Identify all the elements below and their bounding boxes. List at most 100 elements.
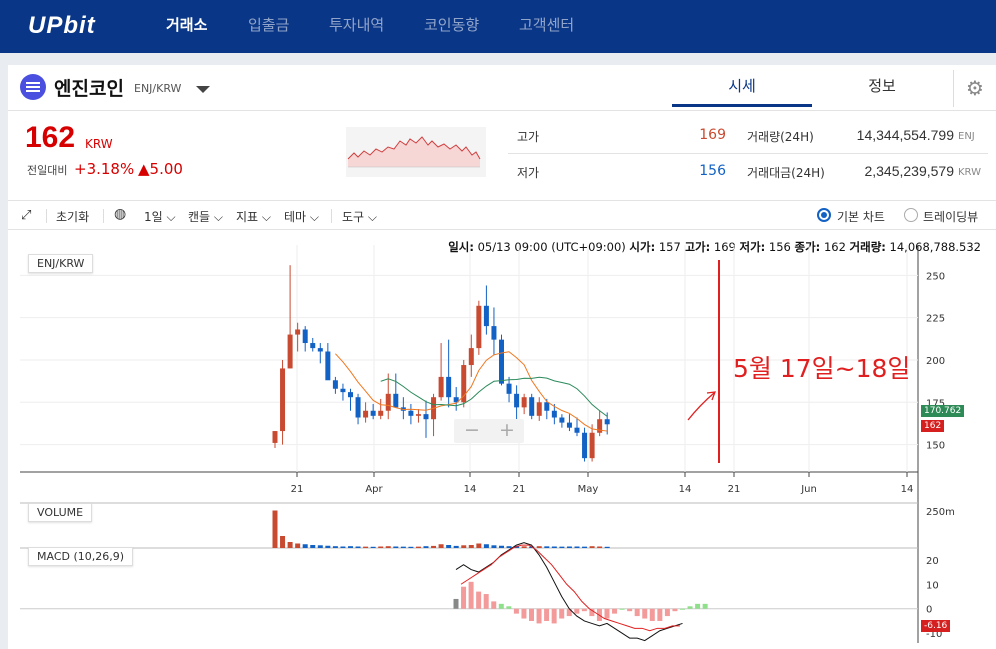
candle-body [332,380,338,389]
candle-body [544,402,550,411]
upbit-logo[interactable]: UPbit [28,12,96,40]
candle-body [566,422,572,428]
volume-bar [400,546,406,548]
volume-bar [483,544,489,548]
candle-body [574,427,580,433]
macd-histogram-bar [672,608,678,612]
y-tick-label: 200 [926,356,945,367]
volume-bar [468,545,474,548]
candle-body [363,410,369,418]
nav-coin-trends[interactable]: 코인동향 [424,14,479,35]
x-tick-label: 21 [513,484,526,495]
candle-body [280,368,286,432]
x-tick-label: Apr [365,484,383,495]
candle-body [491,326,497,340]
macd-histogram-bar [491,601,497,609]
volume-bar [551,546,557,548]
macd-line [455,542,683,642]
macd-histogram-bar [649,608,655,621]
macd-histogram-bar [498,603,504,609]
macd-histogram-bar [702,603,708,609]
volume-bar [438,544,444,548]
candle-body [604,419,610,425]
macd-tick-label: 20 [926,556,939,567]
candle-body [348,392,353,398]
candle-body [295,329,301,335]
candle-body [317,348,323,352]
x-tick-label: 21 [291,484,304,495]
volume-chart-label: VOLUME [28,503,93,522]
candle-body [514,393,520,408]
macd-histogram-bar [664,608,670,617]
main-chart-label: ENJ/KRW [28,254,94,273]
macd-value-tag: -6.16 [921,620,951,632]
x-tick-label: 14 [679,484,692,495]
candle-body [438,376,444,398]
last-price-tag: 162 [921,420,945,432]
candle-body [536,402,542,416]
x-tick-label: 14 [901,484,914,495]
x-tick-label: May [578,484,599,495]
volume-bar [348,546,353,548]
volume-bar [340,546,346,548]
macd-histogram-bar [551,608,557,624]
candle-body [302,329,308,344]
nav-exchange[interactable]: 거래소 [166,14,207,35]
zoom-in-button[interactable]: + [499,420,515,440]
volume-bar [491,545,497,548]
zoom-out-button[interactable]: − [464,420,480,440]
volume-bar [363,546,369,548]
macd-histogram-bar [461,586,467,609]
volume-bar [378,546,384,548]
ma-price-tag: 170.762 [921,405,965,417]
candle-body [446,376,452,398]
volume-bar [415,546,421,548]
zoom-control: − + [454,419,524,443]
y-tick-label: 150 [926,441,945,452]
volume-bar [589,546,595,548]
volume-bar [370,546,376,548]
volume-bar [295,543,301,548]
candle-body [476,305,482,349]
macd-chart-label: MACD (10,26,9) [28,547,134,566]
macd-histogram-bar [680,608,685,610]
macd-histogram-bar [521,608,527,619]
macd-histogram-bar [453,598,459,609]
macd-histogram-bar [657,608,663,621]
nav-deposit-withdraw[interactable]: 입출금 [248,14,289,35]
x-tick-label: 21 [728,484,741,495]
macd-histogram-bar [506,606,512,609]
volume-bar [461,545,467,548]
macd-histogram-bar [604,608,610,619]
volume-bar [385,546,391,548]
date-annotation: 5월 17일~18일 [733,354,911,383]
volume-bar [332,546,338,548]
candle-body [393,393,399,408]
volume-bar [431,545,437,548]
volume-bar [506,546,512,548]
candle-body [340,388,346,393]
candle-body [385,393,391,411]
macd-histogram-bar [544,608,550,621]
candle-body [529,397,535,416]
macd-histogram-bar [574,608,580,614]
volume-bar [280,536,286,548]
nav-investments[interactable]: 투자내역 [329,14,384,35]
macd-histogram-bar [642,608,648,619]
volume-bar [476,543,482,548]
volume-bar [559,546,565,548]
candle-body [521,397,527,408]
volume-bar [566,546,572,548]
x-tick-label: Jun [800,484,817,495]
candle-body [506,383,512,394]
nav-customer-center[interactable]: 고객센터 [519,14,574,35]
candle-body [499,339,504,384]
candle-body [310,343,316,349]
moving-average-green [380,376,608,417]
macd-histogram-bar [559,608,565,619]
candle-body [355,397,361,418]
volume-bar [393,546,399,548]
volume-bar [302,544,308,548]
candle-body [325,351,331,381]
candle-body [582,432,588,459]
